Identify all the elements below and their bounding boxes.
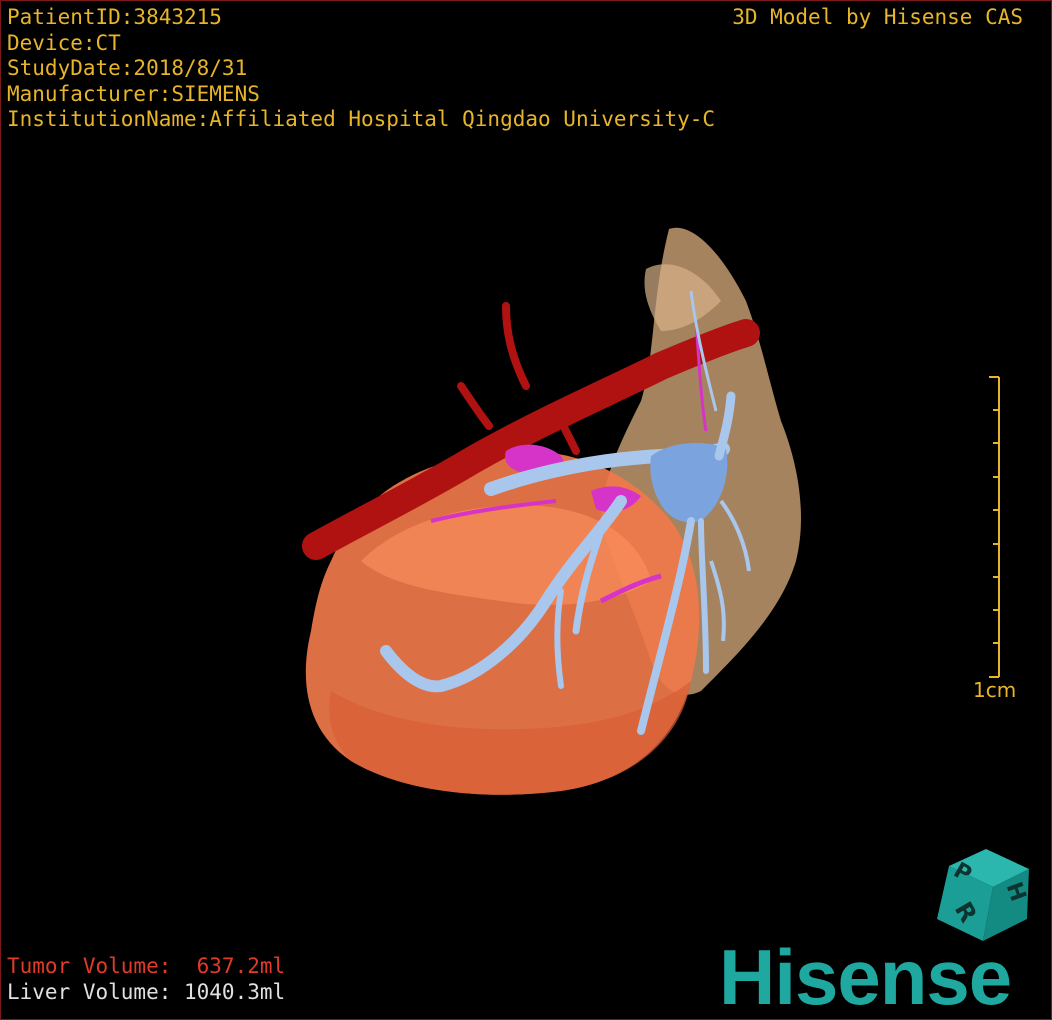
tumor-volume: Tumor Volume: 637.2ml: [7, 954, 286, 978]
patient-id: PatientID:3843215: [7, 5, 222, 29]
model-credit: 3D Model by Hisense CAS: [732, 5, 1023, 29]
scale-bar: [989, 376, 1000, 678]
artery-branch-2: [457, 382, 493, 430]
study-date: StudyDate:2018/8/31: [7, 56, 248, 80]
institution-name: InstitutionName:Affiliated Hospital Qing…: [7, 107, 716, 131]
artery-branch-1: [502, 302, 530, 390]
hisense-logo: Hisense: [719, 933, 1012, 1020]
volume-readouts: Tumor Volume: 637.2ml Liver Volume: 1040…: [7, 954, 285, 1005]
3d-viewport[interactable]: PatientID:3843215 Device:CT StudyDate:20…: [0, 0, 1052, 1020]
liver-3d-model[interactable]: [1, 1, 1051, 1019]
patient-info: PatientID:3843215 Device:CT StudyDate:20…: [7, 5, 715, 133]
scale-label: 1cm: [973, 678, 1017, 702]
liver-volume: Liver Volume: 1040.3ml: [7, 979, 286, 1004]
device: Device:CT: [7, 30, 121, 55]
manufacturer: Manufacturer:SIEMENS: [7, 81, 260, 106]
